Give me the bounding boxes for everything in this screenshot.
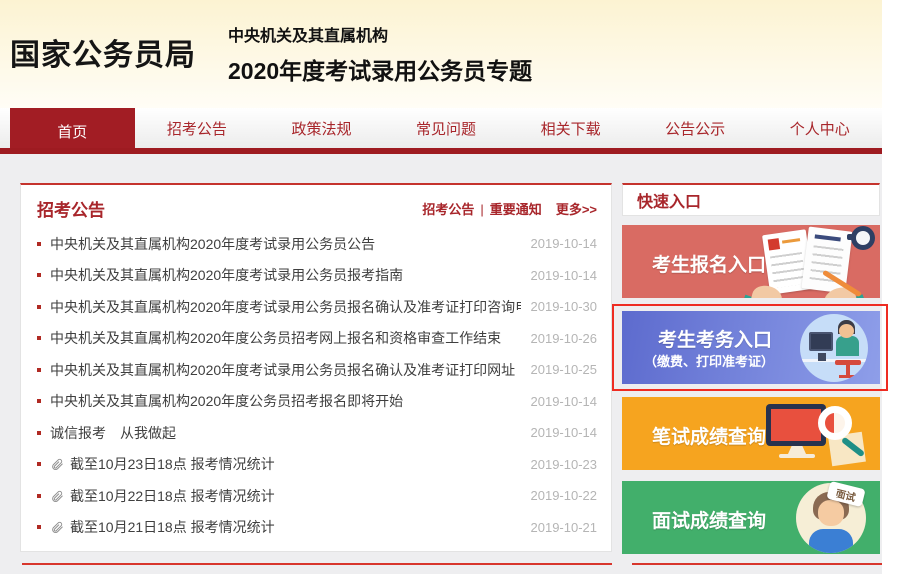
site-header: 国家公务员局 中央机关及其直属机构 2020年度考试录用公务员专题 <box>0 0 882 108</box>
bullet-icon <box>37 273 41 277</box>
quick-entry-title: 快速入口 <box>637 188 701 212</box>
next-panel-border-left <box>22 563 612 565</box>
announcement-date: 2019-10-14 <box>531 425 598 440</box>
announcement-date: 2019-10-26 <box>531 331 598 346</box>
announcement-link[interactable]: 截至10月22日18点 报考情况统计 <box>70 486 521 506</box>
paperclip-icon <box>50 520 64 534</box>
exam-affairs-entry-sublabel: （缴费、打印准考证） <box>644 351 774 370</box>
announcement-list: 中央机关及其直属机构2020年度考试录用公务员公告 2019-10-14 中央机… <box>21 228 611 543</box>
announcement-link[interactable]: 中央机关及其直属机构2020年度公务员招考报名即将开始 <box>50 391 521 411</box>
announcement-link[interactable]: 中央机关及其直属机构2020年度考试录用公务员报名确认及准考证打印网址 <box>50 360 521 380</box>
announcement-row[interactable]: 中央机关及其直属机构2020年度考试录用公务员公告 2019-10-14 <box>37 228 597 260</box>
interview-score-query-button[interactable]: 面试成绩查询 面试 <box>622 481 880 554</box>
bullet-icon <box>37 494 41 498</box>
announcement-date: 2019-10-21 <box>531 520 598 535</box>
bullet-icon <box>37 399 41 403</box>
announcements-filter-links: 招考公告 | 重要通知更多>> <box>422 199 597 218</box>
more-link[interactable]: 更多>> <box>556 202 597 217</box>
announcement-date: 2019-10-25 <box>531 362 598 377</box>
announcement-row[interactable]: 截至10月22日18点 报考情况统计 2019-10-22 <box>37 480 597 512</box>
monitor-icon <box>766 404 826 446</box>
interview-score-query-label: 面试成绩查询 <box>652 506 766 533</box>
site-subtitle: 中央机关及其直属机构 2020年度考试录用公务员专题 <box>228 22 532 86</box>
announcement-row[interactable]: 截至10月21日18点 报考情况统计 2019-10-21 <box>37 512 597 544</box>
person-icon <box>839 324 854 338</box>
emblem-icon <box>768 238 780 250</box>
announcement-date: 2019-10-22 <box>531 488 598 503</box>
nav-tab-1[interactable]: 招考公告 <box>135 108 260 148</box>
content-area: 招考公告 招考公告 | 重要通知更多>> 中央机关及其直属机构2020年度考试录用公… <box>0 154 882 574</box>
paperclip-icon <box>50 489 64 503</box>
announcement-link[interactable]: 诚信报考 从我做起 <box>50 423 521 443</box>
announcement-row[interactable]: 中央机关及其直属机构2020年度考试录用公务员报名确认及准考证打印网址 2019… <box>37 354 597 386</box>
written-score-query-label: 笔试成绩查询 <box>652 422 766 449</box>
computer-person-illustration <box>800 314 868 382</box>
written-score-query-button[interactable]: 笔试成绩查询 <box>622 397 880 470</box>
exam-affairs-entry-button[interactable]: 考生考务入口 （缴费、打印准考证） <box>622 311 880 384</box>
nav-tab-2[interactable]: 政策法规 <box>259 108 384 148</box>
filter-separator: | <box>480 202 483 217</box>
filter-link-announcements[interactable]: 招考公告 <box>422 202 474 217</box>
announcements-header: 招考公告 招考公告 | 重要通知更多>> <box>21 185 611 223</box>
announcement-link[interactable]: 中央机关及其直属机构2020年度考试录用公务员报名确认及准考证打印咨询电话 <box>50 297 521 317</box>
candidate-registration-entry-button[interactable]: 考生报名入口 <box>622 225 880 298</box>
interview-speech-bubble: 面试 <box>826 481 865 507</box>
page-title: 2020年度考试录用公务员专题 <box>228 52 532 86</box>
page: 国家公务员局 中央机关及其直属机构 2020年度考试录用公务员专题 首页招考公告… <box>0 0 902 574</box>
nav-tab-3[interactable]: 常见问题 <box>384 108 509 148</box>
site-logo: 国家公务员局 <box>10 30 196 74</box>
clock-icon <box>851 226 875 250</box>
bullet-icon <box>37 462 41 466</box>
announcement-link[interactable]: 中央机关及其直属机构2020年度考试录用公务员报考指南 <box>50 265 521 285</box>
chair-icon <box>835 360 861 365</box>
magnifier-icon <box>818 406 852 440</box>
exam-affairs-entry-label: 考生考务入口 <box>658 325 772 352</box>
announcement-link[interactable]: 中央机关及其直属机构2020年度考试录用公务员公告 <box>50 234 521 254</box>
announcement-date: 2019-10-14 <box>531 394 598 409</box>
paperclip-icon <box>50 457 64 471</box>
announcement-date: 2019-10-14 <box>531 268 598 283</box>
announcement-row[interactable]: 截至10月23日18点 报考情况统计 2019-10-23 <box>37 449 597 481</box>
announcement-row[interactable]: 诚信报考 从我做起 2019-10-14 <box>37 417 597 449</box>
next-panel-border-right <box>632 563 882 565</box>
nav-tab-6[interactable]: 个人中心 <box>757 108 882 148</box>
announcements-panel: 招考公告 招考公告 | 重要通知更多>> 中央机关及其直属机构2020年度考试录用公… <box>20 183 612 552</box>
monitor-icon <box>809 332 833 351</box>
announcement-row[interactable]: 中央机关及其直属机构2020年度考试录用公务员报名确认及准考证打印咨询电话 20… <box>37 291 597 323</box>
announcement-row[interactable]: 中央机关及其直属机构2020年度公务员招考报名即将开始 2019-10-14 <box>37 386 597 418</box>
quick-entry-panel: 快速入口 <box>622 183 880 216</box>
announcement-link[interactable]: 截至10月21日18点 报考情况统计 <box>70 517 521 537</box>
bullet-icon <box>37 336 41 340</box>
nav-tab-4[interactable]: 相关下载 <box>508 108 633 148</box>
announcements-title: 招考公告 <box>37 196 105 221</box>
filter-link-important-notices[interactable]: 重要通知 <box>490 202 542 217</box>
bullet-icon <box>37 242 41 246</box>
bullet-icon <box>37 368 41 372</box>
nav-tabs: 首页招考公告政策法规常见问题相关下载公告公示个人中心 <box>10 108 882 148</box>
announcement-date: 2019-10-14 <box>531 236 598 251</box>
announcement-date: 2019-10-23 <box>531 457 598 472</box>
score-search-illustration <box>760 402 872 466</box>
subtitle-line1: 中央机关及其直属机构 <box>228 22 532 46</box>
main-nav: 首页招考公告政策法规常见问题相关下载公告公示个人中心 <box>0 108 882 148</box>
announcement-row[interactable]: 中央机关及其直属机构2020年度考试录用公务员报考指南 2019-10-14 <box>37 260 597 292</box>
announcement-link[interactable]: 截至10月23日18点 报考情况统计 <box>70 454 521 474</box>
announcement-row[interactable]: 中央机关及其直属机构2020年度公务员招考网上报名和资格审查工作结束 2019-… <box>37 323 597 355</box>
candidate-registration-entry-label: 考生报名入口 <box>652 250 766 277</box>
bullet-icon <box>37 305 41 309</box>
registration-illustration <box>748 225 880 298</box>
bullet-icon <box>37 525 41 529</box>
announcement-link[interactable]: 中央机关及其直属机构2020年度公务员招考网上报名和资格审查工作结束 <box>50 328 521 348</box>
bullet-icon <box>37 431 41 435</box>
announcement-date: 2019-10-30 <box>531 299 598 314</box>
nav-tab-5[interactable]: 公告公示 <box>633 108 758 148</box>
